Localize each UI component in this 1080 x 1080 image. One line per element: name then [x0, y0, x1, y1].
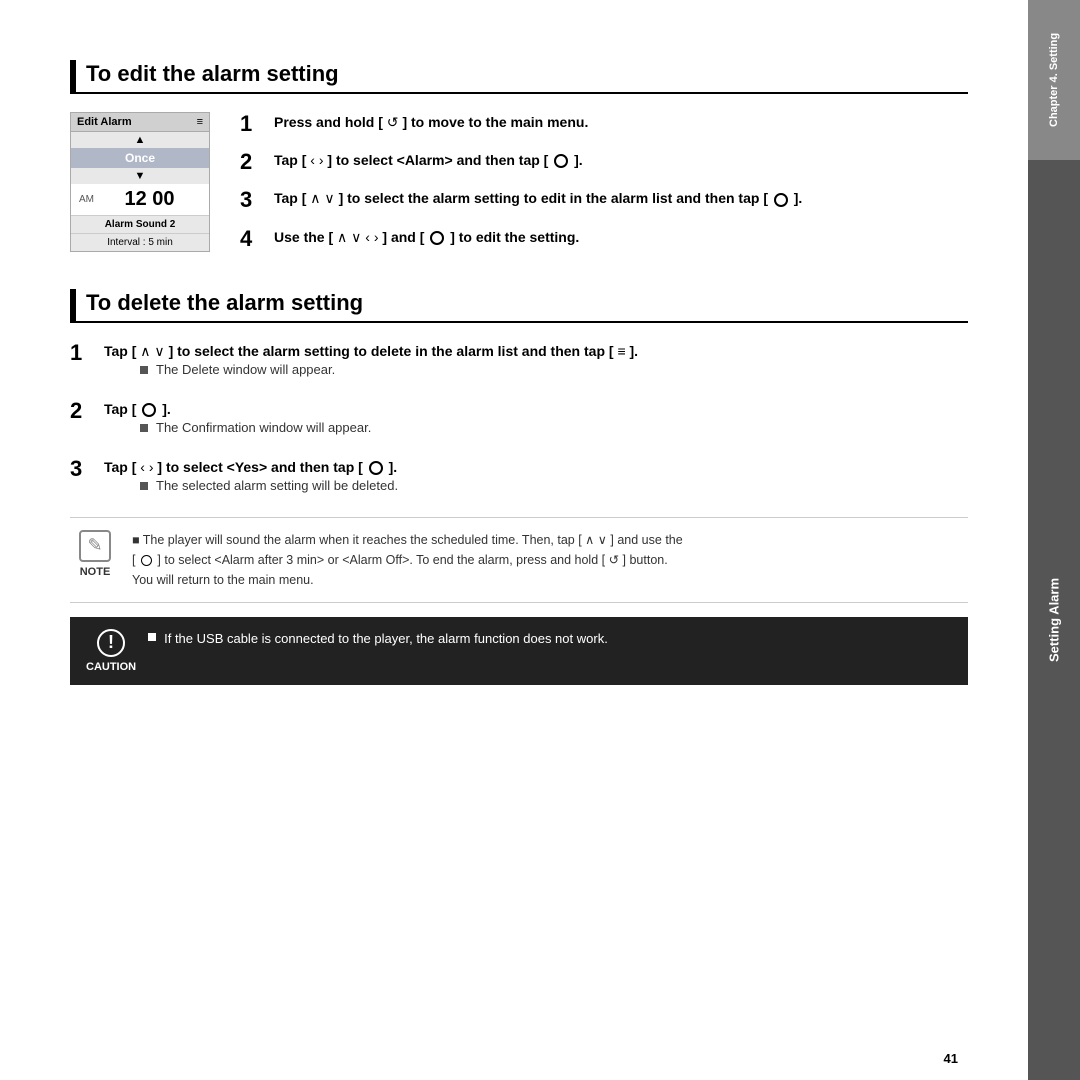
delete-step-2-bullet: The Confirmation window will appear.: [140, 420, 371, 435]
circle-icon-4: [430, 231, 444, 245]
sidebar-setting-alarm-label: Setting Alarm: [1028, 160, 1080, 1080]
right-sidebar: Chapter 4. Setting Setting Alarm: [1028, 0, 1080, 1080]
edit-alarm-title: To edit the alarm setting: [86, 61, 339, 91]
device-arrow-down: ▼: [71, 168, 209, 184]
device-alarm-sound-row: Alarm Sound 2: [71, 215, 209, 233]
device-header-title: Edit Alarm: [77, 116, 132, 128]
device-header: Edit Alarm ≡: [71, 113, 209, 132]
circle-icon-3: [774, 193, 788, 207]
note-line-3: You will return to the main menu.: [132, 573, 314, 587]
device-time-row: AM 12 00: [71, 184, 209, 215]
caution-section: ! CAUTION If the USB cable is connected …: [70, 617, 968, 685]
circle-icon-2: [554, 154, 568, 168]
device-arrow-up: ▲: [71, 132, 209, 148]
delete-step-1-bullet-text: The Delete window will appear.: [156, 362, 335, 377]
note-line-1: ■ The player will sound the alarm when i…: [132, 533, 683, 547]
device-once-label: Once: [71, 148, 209, 168]
delete-step-number-3: 3: [70, 457, 98, 481]
caution-bullet: If the USB cable is connected to the pla…: [148, 629, 952, 649]
device-mockup: Edit Alarm ≡ ▲ Once ▼ AM 12 00 Alarm Sou…: [70, 112, 210, 252]
delete-step-text-3: Tap [ ‹ › ] to select <Yes> and then tap…: [104, 459, 397, 475]
sidebar-chapter-label: Chapter 4. Setting: [1028, 0, 1080, 160]
content-area: To edit the alarm setting Edit Alarm ≡ ▲…: [0, 0, 1028, 1080]
caution-exclaim-icon: !: [97, 629, 125, 657]
step-text-2: Tap [ ‹ › ] to select <Alarm> and then t…: [274, 150, 583, 171]
device-hours: 12: [124, 188, 146, 210]
main-container: To edit the alarm setting Edit Alarm ≡ ▲…: [0, 0, 1080, 1080]
delete-alarm-title: To delete the alarm setting: [86, 290, 363, 320]
delete-step-3-bullet: The selected alarm setting will be delet…: [140, 478, 398, 493]
edit-steps-container: 1 Press and hold [ ↺ ] to move to the ma…: [240, 112, 968, 265]
header-bar-decoration-2: [70, 289, 76, 321]
edit-step-4: 4 Use the [ ∧ ∨ ‹ › ] and [ ] to edit th…: [240, 227, 968, 251]
caution-content: If the USB cable is connected to the pla…: [148, 629, 952, 649]
circle-icon-note: [141, 555, 152, 566]
step-text-1: Press and hold [ ↺ ] to move to the main…: [274, 112, 588, 133]
step-number-4: 4: [240, 227, 268, 251]
caution-bullet-icon: [148, 633, 156, 641]
edit-alarm-content: Edit Alarm ≡ ▲ Once ▼ AM 12 00 Alarm Sou…: [70, 112, 968, 265]
note-content: ■ The player will sound the alarm when i…: [132, 530, 968, 590]
step-number-2: 2: [240, 150, 268, 174]
edit-step-2: 2 Tap [ ‹ › ] to select <Alarm> and then…: [240, 150, 968, 174]
delete-step-number-2: 2: [70, 399, 98, 423]
bullet-icon-1: [140, 366, 148, 374]
circle-icon-step2: [142, 403, 156, 417]
caution-label: CAUTION: [86, 661, 136, 673]
delete-steps-container: 1 Tap [ ∧ ∨ ] to select the alarm settin…: [70, 341, 968, 501]
delete-step-2: 2 Tap [ ]. The Confirmation window will …: [70, 399, 968, 443]
delete-step-text-1: Tap [ ∧ ∨ ] to select the alarm setting …: [104, 343, 638, 359]
note-pencil-icon: ✎: [79, 530, 111, 562]
delete-step-3: 3 Tap [ ‹ › ] to select <Yes> and then t…: [70, 457, 968, 501]
edit-step-1: 1 Press and hold [ ↺ ] to move to the ma…: [240, 112, 968, 136]
note-line-2: [ ] to select <Alarm after 3 min> or <Al…: [132, 553, 668, 567]
bullet-icon-2: [140, 424, 148, 432]
bullet-icon-3: [140, 482, 148, 490]
device-minutes: 00: [152, 188, 174, 210]
edit-alarm-section: To edit the alarm setting Edit Alarm ≡ ▲…: [70, 60, 968, 265]
delete-alarm-section: To delete the alarm setting 1 Tap [ ∧ ∨ …: [70, 289, 968, 501]
delete-step-number-1: 1: [70, 341, 98, 365]
note-label: NOTE: [80, 566, 111, 578]
edit-alarm-header: To edit the alarm setting: [70, 60, 968, 94]
device-interval-row: Interval : 5 min: [71, 233, 209, 251]
step-number-3: 3: [240, 188, 268, 212]
device-am-label: AM: [79, 194, 94, 205]
delete-step-2-bullet-text: The Confirmation window will appear.: [156, 420, 371, 435]
header-bar-decoration: [70, 60, 76, 92]
note-icon-area: ✎ NOTE: [70, 530, 120, 578]
note-section: ✎ NOTE ■ The player will sound the alarm…: [70, 517, 968, 603]
step-text-4: Use the [ ∧ ∨ ‹ › ] and [ ] to edit the …: [274, 227, 579, 248]
device-menu-icon: ≡: [197, 116, 203, 128]
delete-alarm-header: To delete the alarm setting: [70, 289, 968, 323]
device-time-display: 12 00: [98, 188, 201, 211]
delete-step-3-bullet-text: The selected alarm setting will be delet…: [156, 478, 398, 493]
caution-text: If the USB cable is connected to the pla…: [164, 629, 608, 649]
page-number: 41: [944, 1051, 958, 1066]
delete-step-1: 1 Tap [ ∧ ∨ ] to select the alarm settin…: [70, 341, 968, 385]
circle-icon-step3: [369, 461, 383, 475]
delete-step-1-bullet: The Delete window will appear.: [140, 362, 638, 377]
caution-icon-area: ! CAUTION: [86, 629, 136, 673]
delete-step-text-2: Tap [ ].: [104, 401, 171, 417]
step-text-3: Tap [ ∧ ∨ ] to select the alarm setting …: [274, 188, 802, 209]
step-number-1: 1: [240, 112, 268, 136]
edit-step-3: 3 Tap [ ∧ ∨ ] to select the alarm settin…: [240, 188, 968, 212]
